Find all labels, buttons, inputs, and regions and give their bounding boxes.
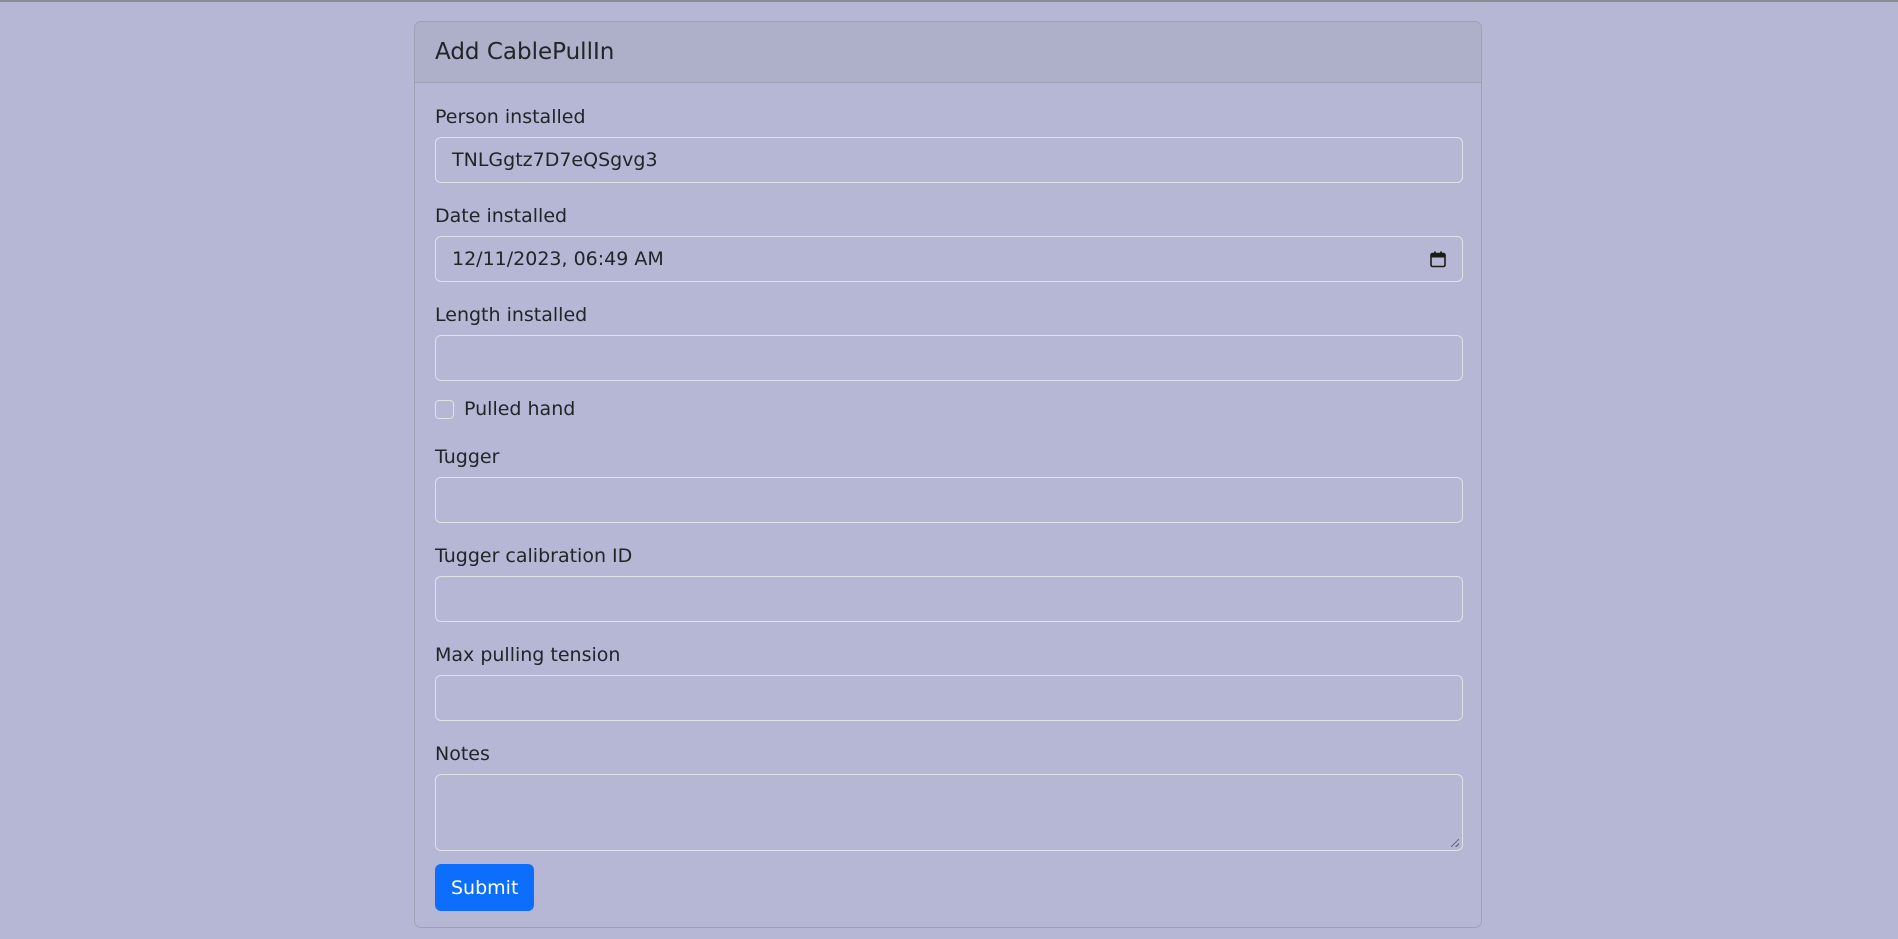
pulled-hand-row: Pulled hand xyxy=(435,395,1461,423)
card-header: Add CablePullIn xyxy=(415,22,1481,83)
form-card: Add CablePullIn Person installed TNLGgtz… xyxy=(414,21,1482,928)
date-installed-label: Date installed xyxy=(435,205,568,227)
person-installed-group: Person installed TNLGgtz7D7eQSgvg3 xyxy=(435,103,1463,183)
tugger-label: Tugger xyxy=(435,446,500,468)
length-installed-label: Length installed xyxy=(435,304,588,326)
max-pulling-tension-label: Max pulling tension xyxy=(435,644,621,666)
notes-textarea[interactable] xyxy=(435,774,1463,851)
length-installed-input[interactable] xyxy=(435,335,1463,381)
date-installed-value: 12/11/2023, 06:49 AM xyxy=(452,248,664,270)
resize-grip-icon[interactable] xyxy=(1451,839,1459,847)
pulled-hand-checkbox[interactable] xyxy=(435,399,454,419)
tugger-calibration-id-label: Tugger calibration ID xyxy=(435,545,633,567)
person-installed-input[interactable]: TNLGgtz7D7eQSgvg3 xyxy=(435,137,1463,183)
max-pulling-tension-group: Max pulling tension xyxy=(435,641,1463,721)
person-installed-value: TNLGgtz7D7eQSgvg3 xyxy=(452,149,658,171)
tugger-calibration-id-input[interactable] xyxy=(435,576,1463,622)
form-body: Person installed TNLGgtz7D7eQSgvg3 Date … xyxy=(415,83,1481,911)
notes-group: Notes xyxy=(435,740,1463,851)
pulled-hand-label[interactable]: Pulled hand xyxy=(464,398,575,420)
date-installed-input[interactable]: 12/11/2023, 06:49 AM xyxy=(435,236,1463,282)
person-installed-label: Person installed xyxy=(435,106,586,128)
tugger-calibration-id-group: Tugger calibration ID xyxy=(435,542,1463,622)
tugger-input[interactable] xyxy=(435,477,1463,523)
notes-label: Notes xyxy=(435,743,490,765)
submit-button[interactable]: Submit xyxy=(435,864,535,911)
page-title: Add CablePullIn xyxy=(435,39,615,65)
length-installed-group: Length installed xyxy=(435,301,1463,381)
tugger-group: Tugger xyxy=(435,443,1463,523)
top-divider xyxy=(0,0,1898,2)
max-pulling-tension-input[interactable] xyxy=(435,675,1463,721)
calendar-icon[interactable] xyxy=(1430,251,1446,268)
date-installed-group: Date installed 12/11/2023, 06:49 AM xyxy=(435,202,1463,282)
